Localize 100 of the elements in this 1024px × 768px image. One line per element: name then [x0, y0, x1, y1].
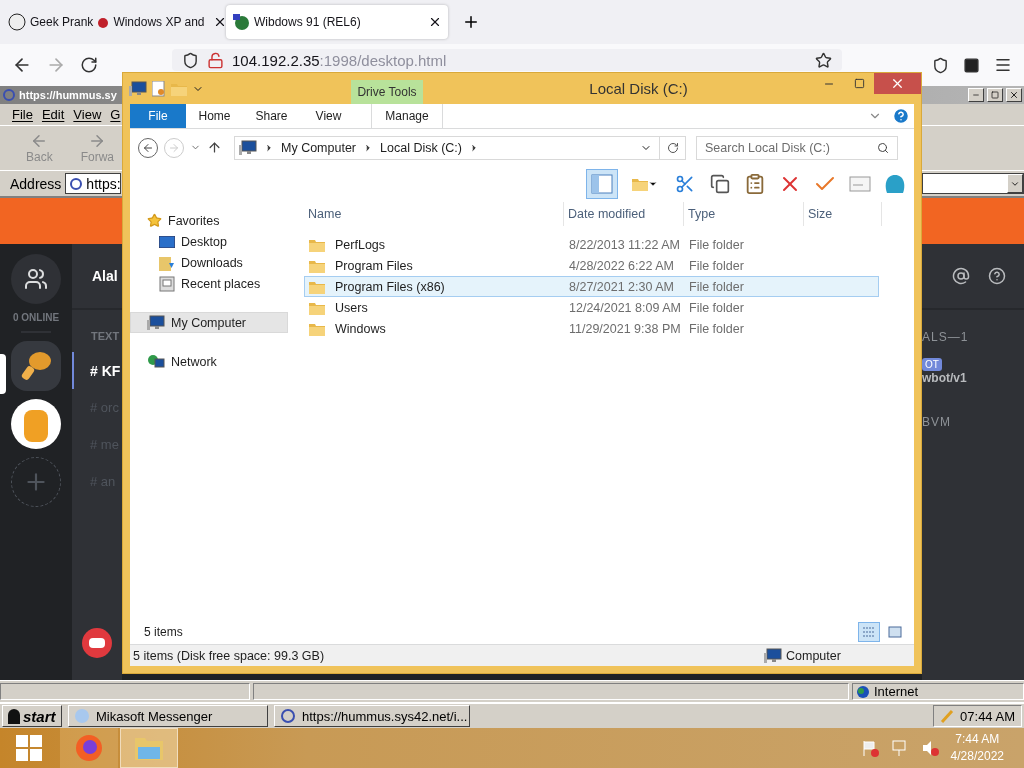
address-field[interactable] [922, 173, 1024, 194]
column-header[interactable]: Size [804, 202, 882, 226]
downloads-icon [159, 254, 175, 271]
column-header[interactable]: Type [684, 202, 804, 226]
properties-icon[interactable] [152, 80, 166, 97]
tab-title: Windows XP and [113, 15, 205, 29]
computer-icon [764, 647, 782, 664]
tray-icon [940, 709, 955, 723]
search-field[interactable]: Search Local Disk (C:) [696, 135, 898, 160]
clock: 07:44 AM [933, 705, 1022, 727]
drive-icon [129, 80, 147, 97]
folder-icon [134, 735, 164, 761]
type-cell-text: File folder [688, 300, 745, 315]
ribbon-tab[interactable]: File [130, 104, 186, 128]
date-cell-text: 12/24/2021 8:09 AM [568, 300, 682, 315]
pocket-icon[interactable] [932, 56, 949, 74]
close-icon [890, 76, 905, 91]
category-label: TEXT [91, 330, 120, 342]
zone-status: Internet [852, 683, 1024, 700]
server-name: Alal [92, 268, 118, 284]
scissors-icon [675, 174, 695, 194]
nav-item[interactable]: Favorites [130, 210, 288, 231]
url-field[interactable]: 104.192.2.35:1998/desktop.html [172, 49, 842, 71]
file-row[interactable]: Program Files 4/28/2022 6:22 AM File folder [304, 255, 879, 276]
member-group-label: BVM [922, 415, 952, 429]
menu-icon[interactable] [994, 56, 1012, 74]
search-icon [877, 141, 889, 154]
taskbar-button[interactable]: https://hummus.sys42.net/i... [274, 705, 470, 727]
bookmark-icon[interactable] [815, 51, 832, 69]
mention-icon[interactable] [952, 267, 970, 285]
address-field[interactable]: https: [65, 173, 122, 194]
extension-icon[interactable] [963, 56, 980, 74]
nav-item[interactable]: Desktop [130, 231, 288, 252]
menu-item[interactable]: G [110, 107, 121, 122]
ribbon-tab[interactable]: Home [186, 104, 243, 128]
nav-item[interactable]: Recent places [130, 273, 288, 294]
address-label: Address [10, 175, 62, 192]
date-cell-text: 8/27/2021 2:30 AM [568, 279, 675, 294]
messenger-icon [74, 708, 90, 724]
online-count: 0 ONLINE [12, 312, 60, 323]
breadcrumb-item[interactable]: My Computer [281, 140, 357, 155]
close-button[interactable] [1006, 88, 1022, 102]
server-icon[interactable] [11, 399, 61, 449]
speaker-muted-icon[interactable] [920, 739, 939, 757]
new-tab-icon[interactable] [462, 13, 480, 31]
friends-button[interactable] [11, 254, 61, 304]
file-name: PerfLogs [334, 237, 386, 252]
breadcrumb-item[interactable]: Local Disk (C:) [380, 140, 462, 155]
address-bar[interactable]: My Computer Local Disk (C:) [234, 135, 686, 160]
browser-tab[interactable]: Wibdows 91 (REL6) [226, 5, 448, 39]
globe-icon [856, 684, 870, 699]
details-view-button[interactable] [858, 621, 880, 642]
restore-button[interactable] [987, 88, 1003, 102]
friends-icon [24, 267, 48, 291]
menu-item[interactable]: File [12, 107, 33, 122]
date-cell-text: 8/22/2013 11:22 AM [568, 237, 681, 252]
taskbar-button[interactable]: Mikasoft Messenger [68, 705, 268, 727]
ribbon-tab[interactable]: Share [243, 104, 300, 128]
minimize-button[interactable] [968, 88, 984, 102]
folder-icon [309, 300, 325, 315]
reload-icon[interactable] [80, 56, 98, 74]
folder-icon [309, 237, 325, 252]
chevron-icon [264, 142, 274, 153]
shield-icon [182, 51, 199, 69]
ribbon-tab[interactable]: View [300, 104, 357, 128]
minimize-icon [972, 91, 980, 99]
ghost-icon [6, 708, 22, 724]
ribbon-tab[interactable]: Manage [371, 104, 443, 128]
type-cell-text: File folder [688, 279, 745, 294]
browser-tab[interactable]: Geek Prank Windows XP and [2, 5, 224, 39]
start-button[interactable]: start [2, 705, 62, 727]
maximize-icon [853, 78, 865, 89]
nav-item[interactable]: Downloads [130, 252, 288, 273]
column-header[interactable]: Name [304, 202, 564, 226]
server-icon[interactable] [11, 341, 61, 391]
nav-item[interactable]: My Computer [130, 312, 288, 333]
globe-icon [232, 13, 250, 31]
menu-item[interactable]: Edit [41, 107, 65, 122]
thumbnails-icon [888, 625, 902, 638]
up-button[interactable] [207, 140, 222, 155]
menu-item[interactable]: View [73, 107, 102, 122]
file-row[interactable]: Windows 11/29/2021 9:38 PM File folder [304, 318, 879, 339]
recent-places-icon [159, 275, 175, 292]
close-icon[interactable] [428, 15, 442, 29]
help-icon[interactable] [988, 267, 1006, 285]
tab-title: Geek Prank [30, 15, 94, 29]
channel-item[interactable]: # KF [72, 352, 121, 389]
nav-item[interactable]: Network [130, 351, 288, 372]
column-header[interactable]: Date modified [564, 202, 684, 226]
folder-icon [309, 321, 325, 336]
dropdown-button[interactable] [1007, 174, 1023, 193]
back-icon [142, 141, 154, 154]
file-row[interactable]: PerfLogs 8/22/2013 11:22 AM File folder [304, 234, 879, 255]
tab-title: Wibdows 91 (REL6) [254, 15, 361, 29]
clipboard-icon [744, 173, 766, 195]
taskbar-app[interactable] [60, 728, 118, 768]
file-row[interactable]: Program Files (x86) 8/27/2021 2:30 AM File folder [304, 276, 879, 297]
browser-icon [280, 708, 296, 724]
file-row[interactable]: Users 12/24/2021 8:09 AM File folder [304, 297, 879, 318]
flag-icon[interactable] [860, 739, 879, 757]
